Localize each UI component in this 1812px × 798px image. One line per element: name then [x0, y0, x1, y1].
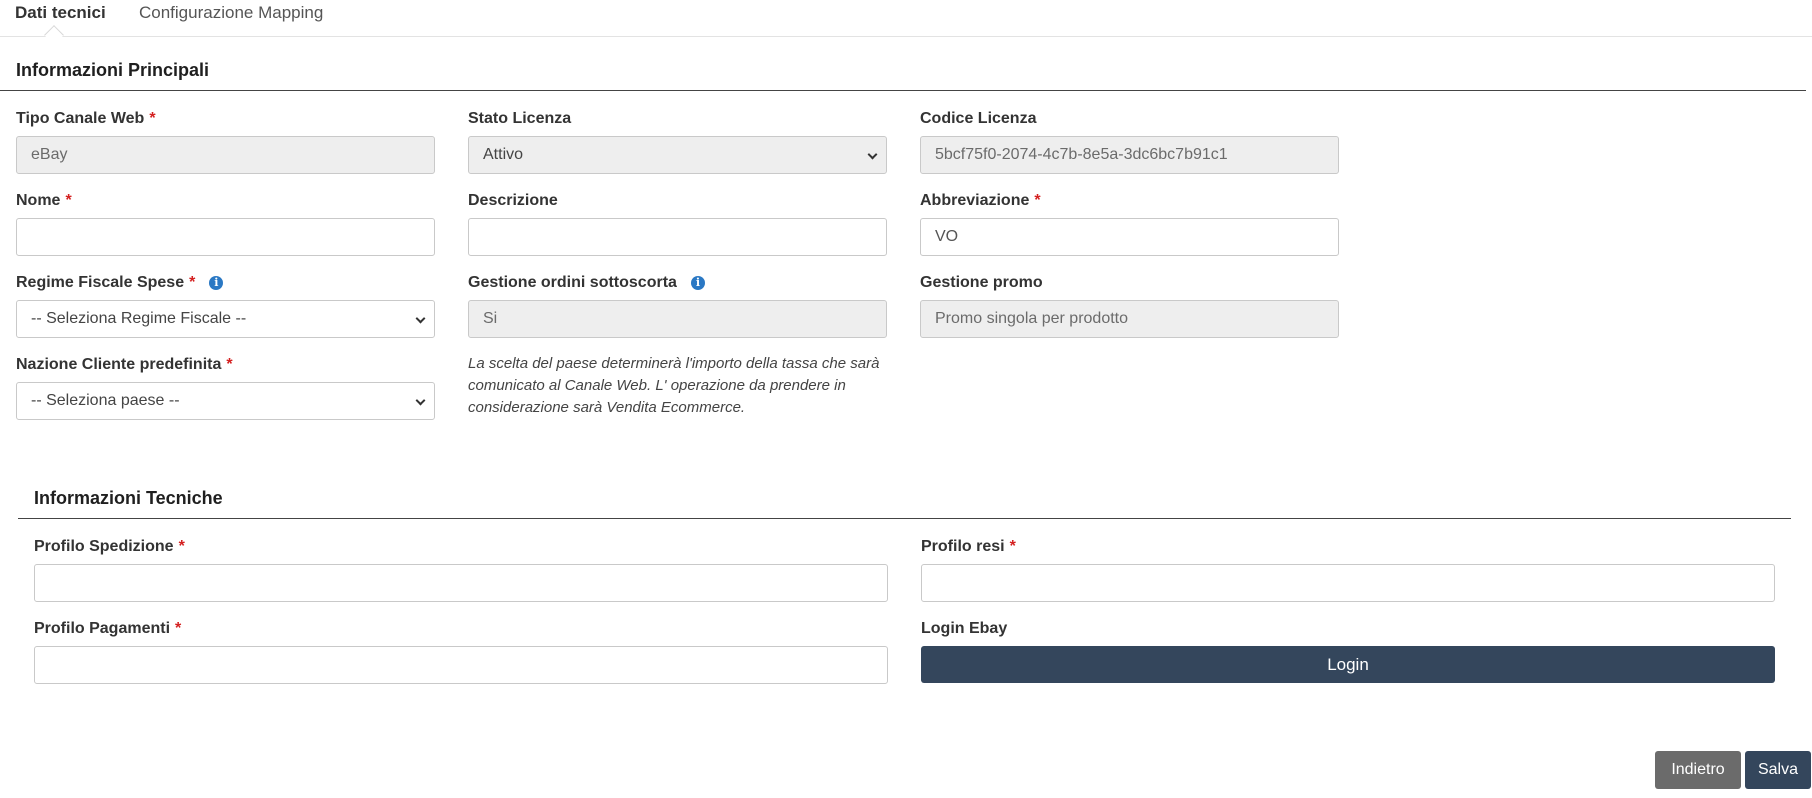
label-login-ebay: Login Ebay — [921, 620, 1008, 637]
label-regime-fiscale: Regime Fiscale Spese * i — [16, 274, 224, 292]
label-tipo-canale: Tipo Canale Web * — [16, 110, 156, 127]
tab-bar: Dati tecnici Configurazione Mapping — [0, 0, 1812, 45]
info-icon[interactable]: i — [690, 276, 705, 290]
required-marker: * — [189, 274, 196, 291]
label-codice-licenza: Codice Licenza — [920, 110, 1037, 127]
nome-input[interactable] — [16, 218, 435, 256]
required-marker: * — [149, 110, 156, 127]
info-icon[interactable]: i — [209, 276, 224, 290]
profilo-spedizione-input[interactable] — [34, 564, 888, 602]
save-button[interactable]: Salva — [1745, 751, 1811, 789]
profilo-pagamenti-input[interactable] — [34, 646, 888, 684]
required-marker: * — [178, 538, 185, 555]
required-marker: * — [65, 192, 72, 209]
login-ebay-button[interactable]: Login — [921, 646, 1775, 683]
required-marker: * — [175, 620, 182, 637]
codice-licenza-field: 5bcf75f0-2074-4c7b-8e5a-3dc6bc7b91c1 — [920, 136, 1339, 174]
label-profilo-spedizione: Profilo Spedizione * — [34, 538, 185, 555]
label-nome: Nome * — [16, 192, 72, 209]
regime-fiscale-select[interactable]: -- Seleziona Regime Fiscale -- — [16, 300, 435, 338]
gestione-promo-field: Promo singola per prodotto — [920, 300, 1339, 338]
label-gestione-promo: Gestione promo — [920, 274, 1043, 291]
tab-configurazione-mapping[interactable]: Configurazione Mapping — [139, 0, 323, 37]
required-marker: * — [226, 356, 233, 373]
back-button[interactable]: Indietro — [1655, 751, 1741, 789]
section-divider — [0, 90, 1806, 91]
required-marker: * — [1034, 192, 1041, 209]
tax-note: La scelta del paese determinerà l'import… — [468, 355, 880, 416]
profilo-resi-input[interactable] — [921, 564, 1775, 602]
chevron-down-icon — [867, 149, 878, 160]
label-gestione-sottoscorta: Gestione ordini sottoscorta i — [468, 274, 705, 292]
gestione-sottoscorta-field: Si — [468, 300, 887, 338]
nazione-cliente-select[interactable]: -- Seleziona paese -- — [16, 382, 435, 420]
chevron-down-icon — [415, 395, 426, 406]
label-abbreviazione: Abbreviazione * — [920, 192, 1041, 209]
label-profilo-pagamenti: Profilo Pagamenti * — [34, 620, 182, 637]
label-profilo-resi: Profilo resi * — [921, 538, 1016, 555]
chevron-down-icon — [415, 313, 426, 324]
label-stato-licenza: Stato Licenza — [468, 110, 572, 127]
stato-licenza-select[interactable]: Attivo — [468, 136, 887, 174]
label-nazione-cliente: Nazione Cliente predefinita * — [16, 356, 233, 373]
required-marker: * — [1009, 538, 1016, 555]
tipo-canale-field: eBay — [16, 136, 435, 174]
section-title-principali: Informazioni Principali — [16, 60, 210, 80]
abbreviazione-input[interactable] — [920, 218, 1339, 256]
label-descrizione: Descrizione — [468, 192, 558, 209]
descrizione-input[interactable] — [468, 218, 887, 256]
section-title-tecniche: Informazioni Tecniche — [34, 488, 223, 508]
section-divider — [18, 518, 1791, 519]
